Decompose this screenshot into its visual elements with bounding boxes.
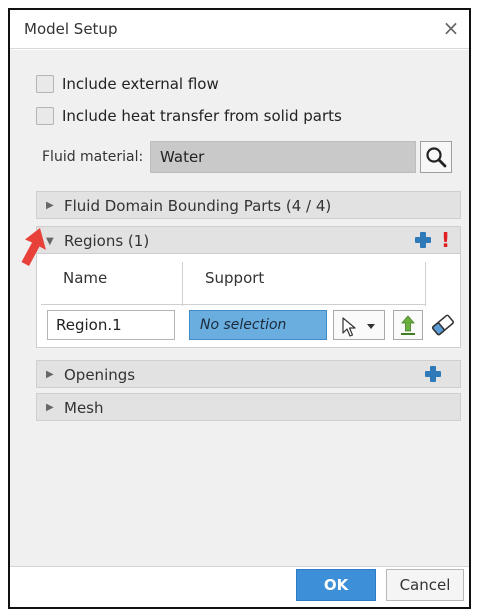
- section-fluid-domain[interactable]: ▶ Fluid Domain Bounding Parts (4 / 4): [36, 191, 461, 219]
- section-regions[interactable]: ▼ Regions (1) !: [36, 226, 461, 254]
- external-flow-label[interactable]: Include external flow: [62, 75, 219, 93]
- eraser-icon[interactable]: [429, 310, 457, 340]
- section-fluid-domain-label[interactable]: Fluid Domain Bounding Parts (4 / 4): [64, 197, 331, 215]
- table-header-divider: [41, 304, 425, 305]
- collapsed-arrow-icon[interactable]: ▶: [46, 402, 54, 413]
- regions-table: Name Support Region.1 No selection: [36, 254, 461, 348]
- cursor-pointer-icon: [342, 317, 375, 337]
- section-mesh-label[interactable]: Mesh: [64, 399, 104, 417]
- external-flow-checkbox[interactable]: [36, 75, 54, 93]
- column-divider: [182, 262, 183, 306]
- selection-mode-dropdown[interactable]: [333, 310, 385, 340]
- section-openings[interactable]: ▶ Openings: [36, 360, 461, 388]
- fluid-material-row: Fluid material: Water: [42, 141, 452, 173]
- column-header-name: Name: [63, 269, 108, 287]
- cancel-button[interactable]: Cancel: [386, 569, 464, 601]
- section-openings-label[interactable]: Openings: [64, 366, 135, 384]
- region-name-input[interactable]: Region.1: [47, 310, 175, 340]
- heat-transfer-label[interactable]: Include heat transfer from solid parts: [62, 107, 342, 125]
- dialog-content: Include external flow Include heat trans…: [10, 50, 469, 566]
- magnifier-icon[interactable]: [420, 141, 452, 173]
- heat-transfer-checkbox[interactable]: [36, 107, 54, 125]
- region-support-field[interactable]: No selection: [189, 310, 327, 340]
- fluid-material-field[interactable]: Water: [150, 141, 416, 173]
- section-regions-label[interactable]: Regions (1): [64, 232, 149, 250]
- title-bar[interactable]: Model Setup ×: [10, 10, 469, 49]
- model-setup-dialog: Model Setup × Include external flow Incl…: [8, 8, 471, 609]
- upload-icon[interactable]: [393, 310, 423, 340]
- collapsed-arrow-icon[interactable]: ▶: [46, 200, 54, 211]
- column-header-support: Support: [205, 269, 265, 287]
- section-mesh[interactable]: ▶ Mesh: [36, 393, 461, 421]
- external-flow-option[interactable]: Include external flow: [36, 75, 219, 93]
- add-opening-icon[interactable]: [424, 365, 442, 383]
- annotation-arrow-icon: [21, 228, 46, 266]
- warning-icon: !: [441, 228, 451, 252]
- add-region-icon[interactable]: [414, 231, 432, 249]
- ok-button[interactable]: OK: [296, 569, 376, 601]
- heat-transfer-option[interactable]: Include heat transfer from solid parts: [36, 107, 342, 125]
- close-icon[interactable]: ×: [439, 16, 463, 40]
- fluid-material-label: Fluid material:: [42, 149, 144, 165]
- collapsed-arrow-icon[interactable]: ▶: [46, 369, 54, 380]
- column-divider: [425, 262, 426, 306]
- dialog-title: Model Setup: [24, 20, 118, 38]
- footer-divider: [10, 566, 469, 567]
